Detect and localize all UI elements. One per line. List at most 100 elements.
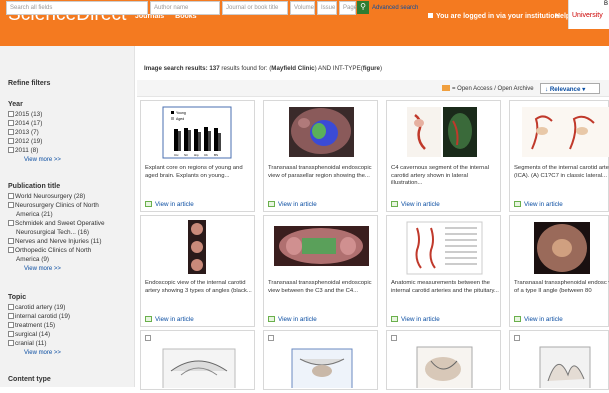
result-thumbnail[interactable] [510,216,609,278]
login-status-text: You are logged in via your institution [436,13,559,20]
refine-filters-heading: Refine filters [8,80,51,87]
view-in-article-link[interactable]: View in article [391,316,440,323]
filter-pub-orthopedic[interactable]: Orthopedic Clinics of North [8,247,91,254]
filter-pub-schmidek[interactable]: Schmidek and Sweet Operative [8,220,105,227]
endoscopic-thumbnail [289,107,354,157]
result-card[interactable]: Transnasal transsphenoidal endosc view o… [509,215,609,327]
result-thumbnail[interactable] [510,101,609,163]
view-in-article-link[interactable]: View in article [145,201,194,208]
chart-cat-cb: Cb [204,153,208,157]
results-summary: Image search results: 137 results found … [144,65,383,72]
select-checkbox[interactable] [514,335,520,341]
result-card[interactable]: C4 cavernous segment of the internal car… [386,100,501,212]
endoscopic-round-thumbnail [534,222,590,274]
endoscopic-strip-thumbnail [188,220,206,274]
result-card[interactable]: Endoscopic view of the internal carotid … [140,215,255,327]
select-checkbox[interactable] [391,335,397,341]
result-thumbnail[interactable] [264,216,379,278]
result-thumbnail[interactable] [387,101,502,163]
article-icon [514,316,521,322]
view-in-article-link[interactable]: View in article [268,201,317,208]
result-caption: Transnasal transsphenoidal endosc view o… [514,280,609,294]
advanced-search-link[interactable]: Advanced search [372,5,418,11]
result-thumbnail[interactable] [141,216,256,278]
content-type-heading: Content type [8,376,51,383]
result-caption: Explant core on regions of young and age… [145,165,243,179]
article-icon [514,201,521,207]
chart-legend-young: Young [176,111,186,115]
result-card[interactable]: Young Aged Ctx Str Hip Cb BS Explant cor… [140,100,255,212]
open-access-legend: = Open Access / Open Archive [442,85,534,92]
chart-cat-ctx: Ctx [174,153,179,157]
article-icon [268,201,275,207]
topic-view-more[interactable]: View more >> [24,350,61,356]
surgical-illustration-thumbnail [291,348,353,390]
topic-heading: Topic [8,294,27,301]
result-thumbnail[interactable] [264,101,379,163]
issue-input[interactable]: Issue [317,1,337,15]
result-card[interactable] [509,330,609,390]
view-in-article-link[interactable]: View in article [391,201,440,208]
filter-pub-schmidek-cont: Neurosurgical Tech... (16) [16,229,90,236]
filter-year-2015[interactable]: 2015 (13) [8,111,42,118]
filter-topic-cranial[interactable]: cranial (11) [8,340,47,347]
chart-legend-aged: Aged [176,117,184,121]
result-card[interactable] [140,330,255,390]
year-view-more[interactable]: View more >> [24,157,61,163]
filter-year-2011[interactable]: 2011 (8) [8,147,38,154]
surgical-illustration-thumbnail [162,348,236,390]
author-name-input[interactable]: Author name [150,1,220,15]
bar-chart-thumbnail: Young Aged Ctx Str Hip Cb BS [162,106,232,159]
page-input[interactable]: Page [339,1,357,15]
filter-year-2012[interactable]: 2012 (19) [8,138,42,145]
view-in-article-link[interactable]: View in article [514,316,563,323]
sort-relevance-dropdown[interactable]: ↓ Relevance ▾ [540,83,600,94]
result-thumbnail[interactable]: Young Aged Ctx Str Hip Cb BS [141,101,256,163]
search-bar [0,29,609,46]
chart-cat-bs: BS [214,153,218,157]
article-icon [268,316,275,322]
sort-arrow-icon: ↓ [545,86,549,93]
filter-pub-nerves[interactable]: Nerves and Nerve Injuries (11) [8,238,102,245]
result-caption: Anatomic measurements between the intern… [391,280,499,294]
result-card[interactable] [263,330,378,390]
volume-input[interactable]: Volume [290,1,315,15]
institution-logo[interactable]: B University [568,0,609,29]
filter-pub-neurosurgery-clinics[interactable]: Neurosurgery Clinics of North [8,202,99,209]
filter-pub-neurosurgery-clinics-cont: America (21) [16,211,53,218]
chart-cat-hip: Hip [194,153,199,157]
segments-illustration-thumbnail [522,107,609,157]
search-button[interactable]: ⚲ [357,1,369,14]
search-all-fields-input[interactable]: Search all fields [6,1,148,15]
select-checkbox[interactable] [145,335,151,341]
result-card[interactable]: Transnasal transsphenoidal endoscopic vi… [263,215,378,327]
result-thumbnail[interactable] [387,216,502,278]
endoscopic-view-thumbnail [274,226,369,266]
filter-year-2013[interactable]: 2013 (7) [8,129,39,136]
chevron-down-icon: ▾ [582,86,586,93]
illustration-thumbnail [407,107,477,157]
result-card[interactable]: Anatomic measurements between the intern… [386,215,501,327]
result-caption: Endoscopic view of the internal carotid … [145,280,252,294]
article-icon [145,201,152,207]
filter-topic-surgical[interactable]: surgical (14) [8,331,50,338]
view-in-article-link[interactable]: View in article [145,316,194,323]
filter-pub-world-neurosurgery[interactable]: World Neurosurgery (28) [8,193,85,200]
select-checkbox[interactable] [268,335,274,341]
result-card[interactable] [386,330,501,390]
surgical-illustration-thumbnail [539,346,591,390]
journal-title-input[interactable]: Journal or book title [222,1,288,15]
filter-topic-internal-carotid[interactable]: internal carotid (19) [8,313,70,320]
filter-pub-orthopedic-cont: America (9) [16,256,50,263]
pub-view-more[interactable]: View more >> [24,266,61,272]
filter-topic-carotid-artery[interactable]: carotid artery (19) [8,304,65,311]
view-in-article-link[interactable]: View in article [514,201,563,208]
view-in-article-link[interactable]: View in article [268,316,317,323]
result-card[interactable]: Transnasal transsphenoidal endoscopic vi… [263,100,378,212]
result-caption: Transnasal transsphenoidal endoscopic vi… [268,165,372,179]
search-icon: ⚲ [360,2,366,11]
filter-topic-treatment[interactable]: treatment (15) [8,322,55,329]
result-card[interactable]: Segments of the internal carotid arte (I… [509,100,609,212]
open-access-icon [442,85,450,91]
filter-year-2014[interactable]: 2014 (17) [8,120,42,127]
